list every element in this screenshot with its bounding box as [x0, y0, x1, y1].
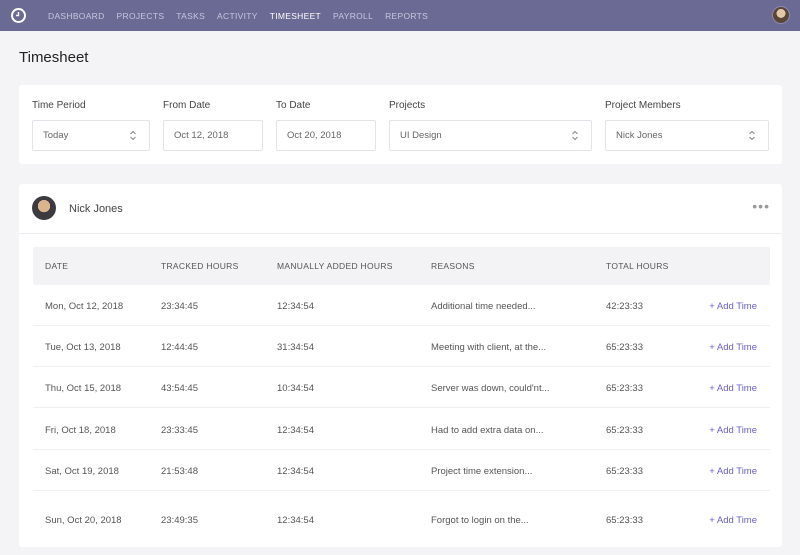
- project-members-select[interactable]: Nick Jones: [605, 120, 769, 151]
- more-options-icon[interactable]: •••: [752, 199, 770, 213]
- cell-date: Mon, Oct 12, 2018: [45, 301, 124, 312]
- from-date-input[interactable]: Oct 12, 2018: [163, 120, 263, 151]
- row-divider: [33, 407, 770, 408]
- cell-reason: Additional time needed...: [431, 301, 536, 312]
- top-nav-bar: DASHBOARD PROJECTS TASKS ACTIVITY TIMESH…: [0, 0, 800, 31]
- main-nav: DASHBOARD PROJECTS TASKS ACTIVITY TIMESH…: [48, 0, 440, 31]
- select-arrows-icon: [572, 130, 578, 141]
- cell-reason: Server was down, could'nt...: [431, 383, 550, 394]
- table-row: Tue, Oct 13, 2018 12:44:45 31:34:54 Meet…: [33, 326, 770, 367]
- select-arrows-icon: [749, 130, 755, 141]
- header-tracked-hours: TRACKED HOURS: [161, 261, 239, 271]
- table-row: Thu, Oct 15, 2018 43:54:45 10:34:54 Serv…: [33, 367, 770, 408]
- cell-reason: Meeting with client, at the...: [431, 342, 547, 353]
- row-divider: [33, 490, 770, 491]
- table-row: Sat, Oct 19, 2018 21:53:48 12:34:54 Proj…: [33, 450, 770, 491]
- from-date-value: Oct 12, 2018: [174, 130, 229, 141]
- table-row: Mon, Oct 12, 2018 23:34:45 12:34:54 Addi…: [33, 285, 770, 326]
- projects-select[interactable]: UI Design: [389, 120, 592, 151]
- add-time-link[interactable]: + Add Time: [709, 301, 757, 312]
- cell-tracked: 21:53:48: [161, 466, 198, 477]
- clock-logo-icon[interactable]: [11, 8, 26, 23]
- cell-total: 65:23:33: [606, 425, 643, 436]
- nav-dashboard[interactable]: DASHBOARD: [48, 11, 105, 21]
- projects-value: UI Design: [400, 130, 442, 141]
- filter-panel: Time Period Today From Date Oct 12, 2018…: [19, 85, 782, 164]
- time-period-select[interactable]: Today: [32, 120, 150, 151]
- header-manual-hours: MANUALLY ADDED HOURS: [277, 261, 393, 271]
- cell-date: Tue, Oct 13, 2018: [45, 342, 121, 353]
- cell-reason: Project time extension...: [431, 466, 533, 477]
- project-members-value: Nick Jones: [616, 130, 663, 141]
- cell-total: 42:23:33: [606, 301, 643, 312]
- cell-manual: 31:34:54: [277, 342, 314, 353]
- page-title: Timesheet: [19, 49, 89, 66]
- time-period-value: Today: [43, 130, 69, 141]
- nav-reports[interactable]: REPORTS: [385, 11, 428, 21]
- nav-timesheet[interactable]: TIMESHEET: [270, 11, 321, 21]
- header-total-hours: TOTAL HOURS: [606, 261, 669, 271]
- cell-tracked: 12:44:45: [161, 342, 198, 353]
- cell-manual: 12:34:54: [277, 425, 314, 436]
- member-timesheet-card: Nick Jones ••• DATE TRACKED HOURS MANUAL…: [19, 184, 782, 547]
- user-avatar[interactable]: [772, 6, 790, 24]
- cell-reason: Had to add extra data on...: [431, 425, 544, 436]
- cell-manual: 12:34:54: [277, 466, 314, 477]
- cell-total: 65:23:33: [606, 383, 643, 394]
- to-date-value: Oct 20, 2018: [287, 130, 342, 141]
- add-time-link[interactable]: + Add Time: [709, 383, 757, 394]
- cell-total: 65:23:33: [606, 515, 643, 526]
- add-time-link[interactable]: + Add Time: [709, 466, 757, 477]
- cell-date: Fri, Oct 18, 2018: [45, 425, 116, 436]
- time-period-label: Time Period: [32, 100, 86, 111]
- cell-reason: Forgot to login on the...: [431, 515, 529, 526]
- nav-projects[interactable]: PROJECTS: [117, 11, 165, 21]
- select-arrows-icon: [130, 130, 136, 141]
- cell-total: 65:23:33: [606, 466, 643, 477]
- table-row: Sun, Oct 20, 2018 23:49:35 12:34:54 Forg…: [33, 499, 770, 540]
- table-header: DATE TRACKED HOURS MANUALLY ADDED HOURS …: [33, 247, 770, 285]
- divider: [19, 233, 782, 234]
- to-date-input[interactable]: Oct 20, 2018: [276, 120, 376, 151]
- cell-tracked: 23:34:45: [161, 301, 198, 312]
- cell-tracked: 43:54:45: [161, 383, 198, 394]
- cell-tracked: 23:33:45: [161, 425, 198, 436]
- cell-manual: 12:34:54: [277, 515, 314, 526]
- cell-manual: 10:34:54: [277, 383, 314, 394]
- table-row: Fri, Oct 18, 2018 23:33:45 12:34:54 Had …: [33, 409, 770, 450]
- add-time-link[interactable]: + Add Time: [709, 425, 757, 436]
- cell-manual: 12:34:54: [277, 301, 314, 312]
- cell-total: 65:23:33: [606, 342, 643, 353]
- nav-activity[interactable]: ACTIVITY: [217, 11, 258, 21]
- cell-date: Sun, Oct 20, 2018: [45, 515, 122, 526]
- member-avatar: [32, 196, 56, 220]
- add-time-link[interactable]: + Add Time: [709, 342, 757, 353]
- project-members-label: Project Members: [605, 100, 681, 111]
- add-time-link[interactable]: + Add Time: [709, 515, 757, 526]
- cell-date: Thu, Oct 15, 2018: [45, 383, 122, 394]
- projects-label: Projects: [389, 100, 426, 111]
- member-name: Nick Jones: [69, 203, 123, 215]
- cell-tracked: 23:49:35: [161, 515, 198, 526]
- from-date-label: From Date: [163, 100, 211, 111]
- to-date-label: To Date: [276, 100, 311, 111]
- header-reasons: REASONS: [431, 261, 475, 271]
- nav-payroll[interactable]: PAYROLL: [333, 11, 373, 21]
- nav-tasks[interactable]: TASKS: [176, 11, 205, 21]
- cell-date: Sat, Oct 19, 2018: [45, 466, 119, 477]
- header-date: DATE: [45, 261, 69, 271]
